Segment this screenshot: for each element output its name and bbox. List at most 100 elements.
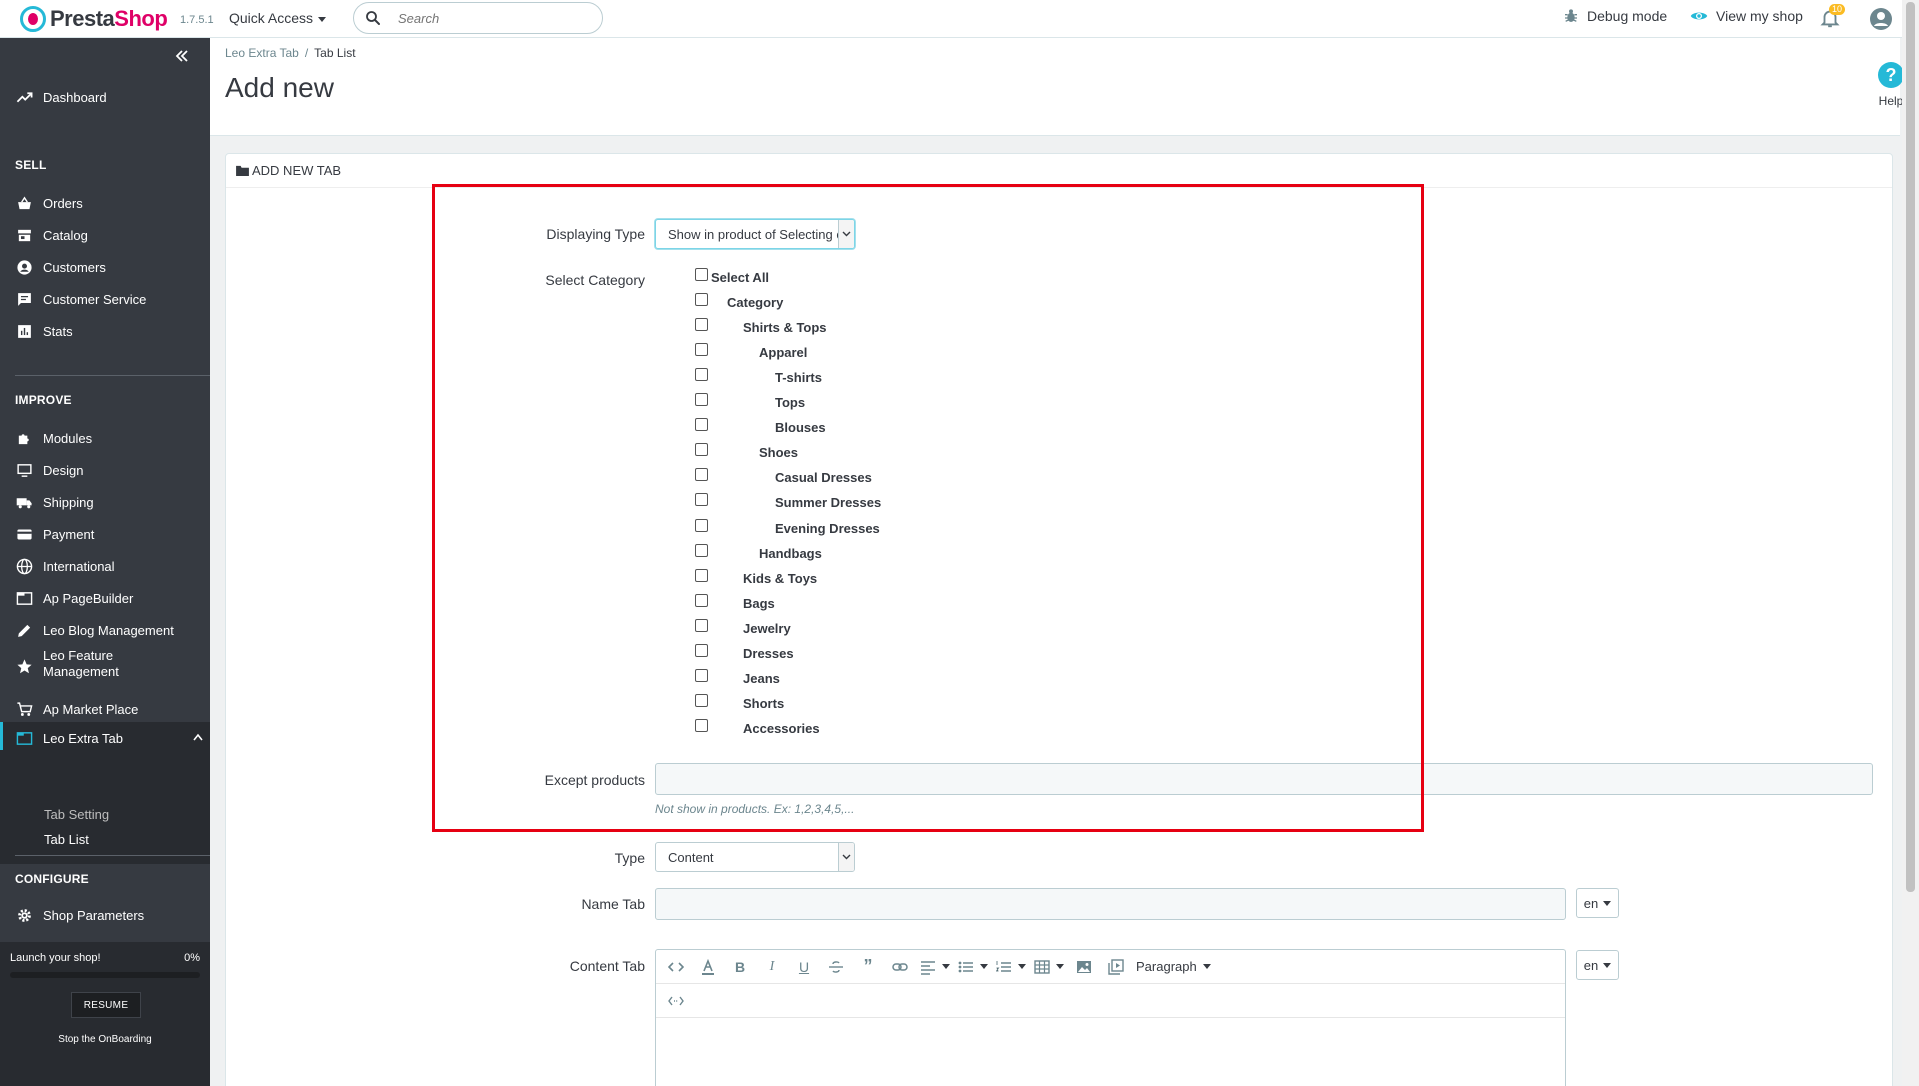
user-account-icon[interactable] <box>1869 7 1893 31</box>
displaying-type-select[interactable]: Show in product of Selecting c <box>655 219 855 249</box>
numbered-list-icon[interactable] <box>996 955 1026 979</box>
name-tab-language-dropdown[interactable]: en <box>1576 888 1619 918</box>
chevron-down-icon <box>838 843 854 871</box>
brand-name: PrestaShop <box>50 6 168 31</box>
help-icon: ? <box>1878 62 1904 88</box>
page-scrollbar[interactable] <box>1902 0 1919 1086</box>
category-label: Blouses <box>775 419 826 435</box>
search-icon[interactable] <box>364 9 382 27</box>
image-icon[interactable] <box>1072 955 1096 979</box>
sidebar-divider <box>15 375 210 376</box>
category-checkbox[interactable] <box>695 519 708 532</box>
editor-toolbar-secondary <box>656 984 1565 1018</box>
breadcrumb: Leo Extra Tab / Tab List <box>225 46 356 60</box>
except-products-label: Except products <box>544 772 645 788</box>
page-header: Leo Extra Tab / Tab List Add new ? Help <box>210 38 1904 136</box>
category-checkbox[interactable] <box>695 468 708 481</box>
sidebar-item-orders[interactable]: Orders <box>0 189 210 217</box>
category-checkbox[interactable] <box>695 493 708 506</box>
category-label: Tops <box>775 394 806 410</box>
prestashop-logo-icon <box>20 6 46 32</box>
quick-access-dropdown[interactable]: Quick Access <box>229 10 327 26</box>
category-label: Summer Dresses <box>775 494 882 510</box>
category-label: Category <box>727 294 784 310</box>
collapse-sidebar-icon[interactable] <box>174 48 190 64</box>
category-checkbox[interactable] <box>695 694 708 707</box>
sidebar-item-dashboard[interactable]: Dashboard <box>0 83 210 111</box>
select-all-checkbox[interactable] <box>695 268 708 281</box>
category-checkbox[interactable] <box>695 393 708 406</box>
text-color-icon[interactable] <box>696 955 720 979</box>
category-checkbox[interactable] <box>695 619 708 632</box>
underline-icon[interactable]: U <box>792 955 816 979</box>
category-checkbox[interactable] <box>695 443 708 456</box>
search-input[interactable] <box>398 9 588 27</box>
pencil-icon <box>18 624 31 637</box>
media-icon[interactable] <box>1104 955 1128 979</box>
view-my-shop-link[interactable]: View my shop <box>1690 8 1803 24</box>
paragraph-format-dropdown[interactable]: Paragraph <box>1136 955 1211 979</box>
sidebar-item-catalog[interactable]: Catalog <box>0 221 210 249</box>
except-products-input[interactable] <box>655 763 1873 795</box>
strikethrough-icon[interactable] <box>824 955 848 979</box>
resume-button[interactable]: RESUME <box>71 992 141 1018</box>
sidebar-item-stats[interactable]: Stats <box>0 317 210 345</box>
sidebar-item-customer-service[interactable]: Customer Service <box>0 285 210 313</box>
category-checkbox[interactable] <box>695 594 708 607</box>
category-label: Jewelry <box>743 620 791 636</box>
basket-icon <box>18 196 31 209</box>
sidebar-item-international[interactable]: International <box>0 552 210 580</box>
bold-icon[interactable]: B <box>728 955 752 979</box>
globe-icon <box>16 558 33 574</box>
sidebar-item-ap-market-place[interactable]: Ap Market Place <box>0 695 210 723</box>
italic-icon[interactable]: I <box>760 955 784 979</box>
name-tab-input[interactable] <box>655 888 1566 920</box>
sidebar-item-leo-feature[interactable]: Leo Feature Management <box>0 648 210 684</box>
sidebar-subitem-tab-setting[interactable]: Tab Setting <box>44 807 109 822</box>
tab-icon <box>16 731 33 745</box>
select-category-label: Select Category <box>545 272 645 288</box>
category-checkbox[interactable] <box>695 669 708 682</box>
table-icon[interactable] <box>1034 955 1064 979</box>
scrollbar-thumb[interactable] <box>1906 2 1915 892</box>
sidebar-item-ap-pagebuilder[interactable]: Ap PageBuilder <box>0 584 210 612</box>
source-code-icon[interactable] <box>664 989 688 1013</box>
category-checkbox[interactable] <box>695 318 708 331</box>
sidebar-item-design[interactable]: Design <box>0 456 210 484</box>
stop-onboarding-link[interactable]: Stop the OnBoarding <box>0 1034 210 1045</box>
category-label: Handbags <box>759 545 822 561</box>
quote-icon[interactable]: ” <box>856 955 880 979</box>
leo-extra-tab-submenu: Tab Setting Tab List <box>0 750 210 864</box>
category-label: Bags <box>743 595 775 611</box>
sidebar-item-customers[interactable]: Customers <box>0 253 210 281</box>
category-checkbox[interactable] <box>695 418 708 431</box>
category-checkbox[interactable] <box>695 569 708 582</box>
sidebar-item-payment[interactable]: Payment <box>0 520 210 548</box>
version-label: 1.7.5.1 <box>180 14 214 26</box>
category-label: Apparel <box>759 344 808 360</box>
debug-mode-link[interactable]: Debug mode <box>1563 8 1667 24</box>
sidebar: Dashboard SELL Orders Catalog Customers … <box>0 38 210 1086</box>
sidebar-item-leo-blog[interactable]: Leo Blog Management <box>0 616 210 644</box>
prestashop-logo[interactable]: PrestaShop <box>20 6 168 32</box>
sidebar-item-shop-parameters[interactable]: Shop Parameters <box>0 901 210 929</box>
category-checkbox[interactable] <box>695 719 708 732</box>
onboarding-percent: 0% <box>184 952 200 964</box>
content-tab-language-dropdown[interactable]: en <box>1576 950 1619 980</box>
category-checkbox[interactable] <box>695 544 708 557</box>
category-checkbox[interactable] <box>695 343 708 356</box>
category-checkbox[interactable] <box>695 368 708 381</box>
bullet-list-icon[interactable] <box>958 955 988 979</box>
category-checkbox[interactable] <box>695 293 708 306</box>
code-icon[interactable] <box>664 955 688 979</box>
align-icon[interactable] <box>920 955 950 979</box>
sidebar-subitem-tab-list[interactable]: Tab List <box>44 832 89 847</box>
monitor-icon <box>17 463 32 477</box>
sidebar-item-modules[interactable]: Modules <box>0 424 210 452</box>
sidebar-item-shipping[interactable]: Shipping <box>0 488 210 516</box>
notifications-button[interactable]: 10 <box>1819 4 1845 29</box>
link-icon[interactable] <box>888 955 912 979</box>
type-select[interactable]: Content <box>655 842 855 872</box>
breadcrumb-item[interactable]: Leo Extra Tab <box>225 46 299 60</box>
category-checkbox[interactable] <box>695 644 708 657</box>
